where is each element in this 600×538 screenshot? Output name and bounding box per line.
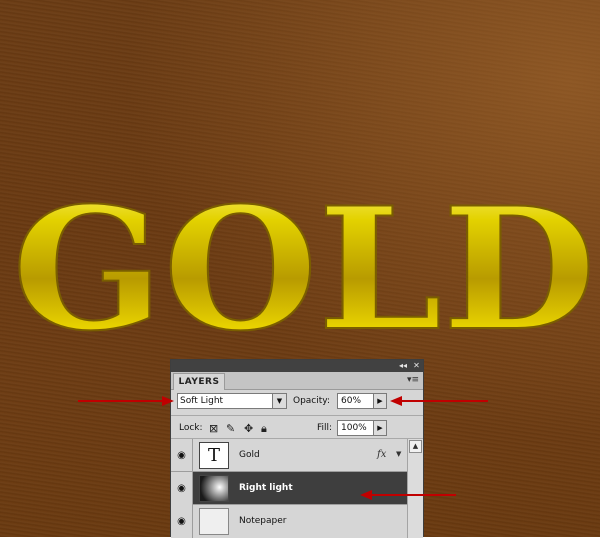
annotation-arrows bbox=[78, 396, 488, 500]
arrowhead-icon bbox=[162, 396, 174, 406]
arrowhead-icon bbox=[390, 396, 402, 406]
arrowhead-icon bbox=[360, 490, 372, 500]
